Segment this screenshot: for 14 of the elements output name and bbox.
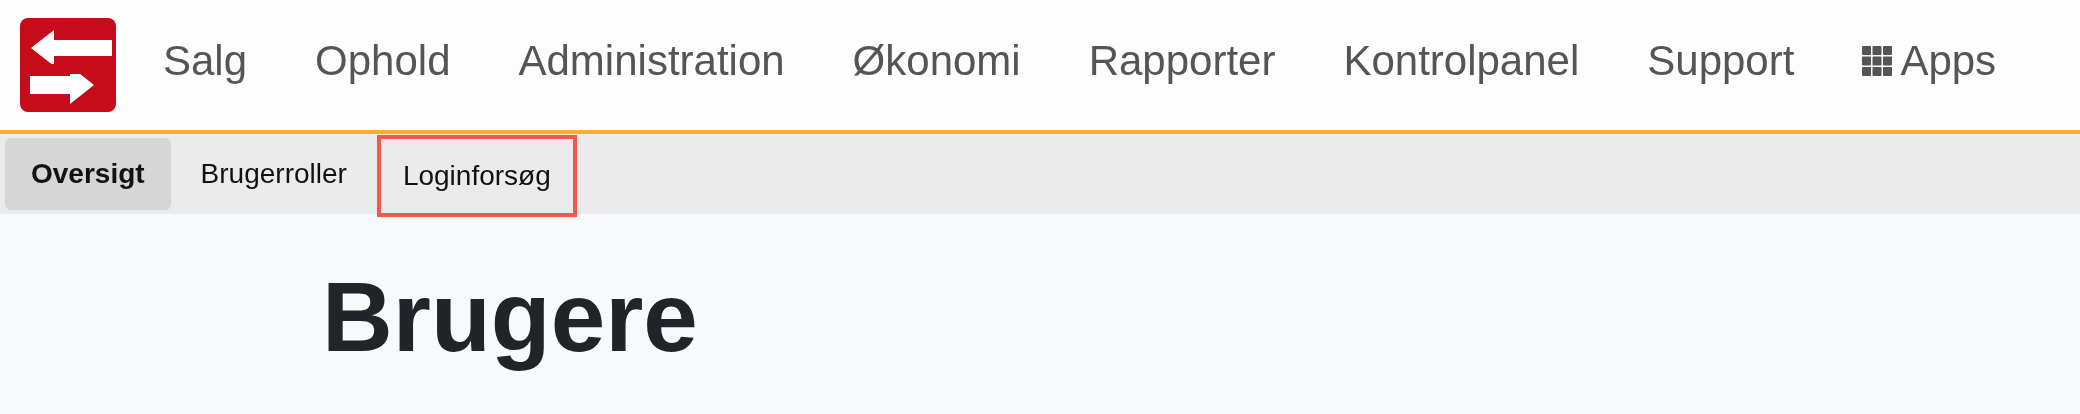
grid-icon — [1862, 46, 1893, 76]
logo-icon[interactable] — [20, 18, 116, 112]
tab[interactable]: Oversigt — [5, 138, 171, 210]
tab[interactable]: Loginforsøg — [376, 135, 577, 217]
nav-link[interactable]: Kontrolpanel — [1343, 37, 1580, 85]
nav-link[interactable]: Support — [1647, 37, 1795, 85]
nav-link[interactable]: Rapporter — [1088, 37, 1276, 85]
nav-link[interactable]: Administration — [518, 37, 785, 85]
nav-link[interactable]: Økonomi — [852, 37, 1021, 85]
nav-link[interactable]: Ophold — [315, 37, 451, 85]
page-heading: Brugere — [322, 264, 699, 372]
nav-link[interactable]: Salg — [163, 37, 248, 85]
apps-menu[interactable]: Apps — [1862, 37, 1997, 85]
tab[interactable]: Brugerroller — [174, 138, 373, 210]
